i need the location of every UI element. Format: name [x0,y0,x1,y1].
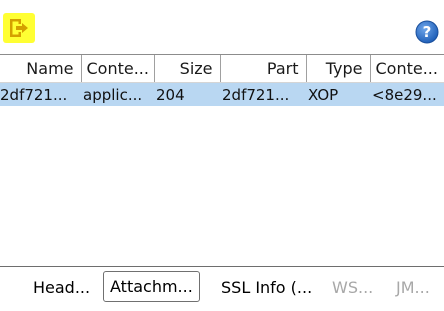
tab-ssl-info[interactable]: SSL Info (... [221,273,312,303]
tab-headers[interactable]: Head... [33,273,90,303]
help-glyph: ? [423,23,432,41]
column-header-content-type[interactable]: Conte... [81,55,155,83]
column-header-part[interactable]: Part [220,55,307,83]
table-row[interactable]: 2df721... applic... 204 2df721... XOP <8… [0,82,444,106]
help-question-icon: ? [415,20,439,44]
toolbar: ? [0,0,444,54]
help-button[interactable]: ? [415,20,439,44]
cell-size[interactable]: 204 [154,82,220,106]
attachments-table-area: Name Conte... Size Part Type Conte... 2d… [0,54,444,266]
bottom-tabs: Head... Attachm... SSL Info (... WS... J… [0,266,444,311]
export-button[interactable] [3,13,35,43]
cell-part[interactable]: 2df721... [220,82,306,106]
tab-attachments[interactable]: Attachm... [103,271,200,302]
cell-content-type[interactable]: applic... [81,82,154,106]
attachments-panel: ? Name Conte... Size Part Type Conte... … [0,0,444,311]
tab-ws: WS... [332,278,374,297]
tab-jms: JM... [396,278,430,297]
cell-type[interactable]: XOP [306,82,370,106]
column-header-type[interactable]: Type [306,55,371,83]
column-header-name[interactable]: Name [0,55,82,83]
export-arrow-icon [10,19,28,37]
attachments-table: Name Conte... Size Part Type Conte... 2d… [0,55,444,106]
cell-content-id[interactable]: <8e29... [370,82,444,106]
table-header-row: Name Conte... Size Part Type Conte... [0,55,444,83]
cell-name[interactable]: 2df721... [0,82,81,106]
column-header-content-id[interactable]: Conte... [370,55,444,83]
column-header-size[interactable]: Size [154,55,221,83]
